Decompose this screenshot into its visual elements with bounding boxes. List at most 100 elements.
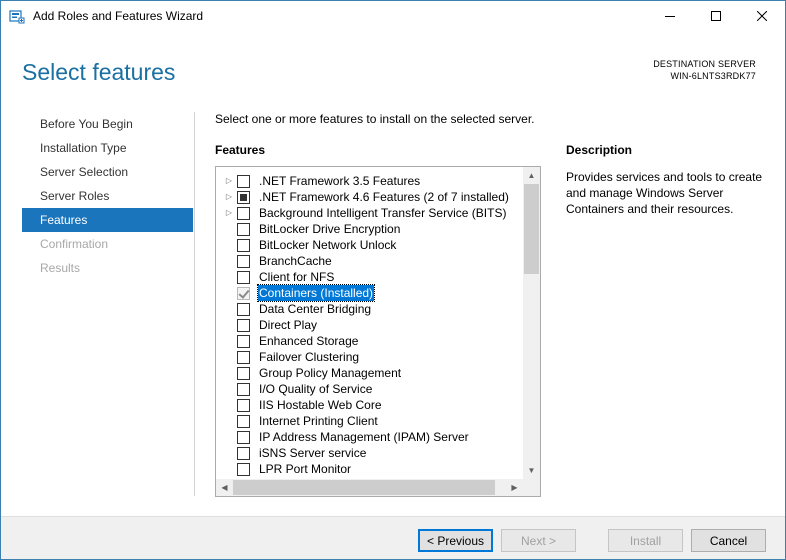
- scroll-left-icon[interactable]: ◀: [216, 479, 233, 496]
- feature-checkbox[interactable]: [237, 447, 250, 460]
- feature-item[interactable]: Data Center Bridging: [216, 301, 522, 317]
- minimize-button[interactable]: [647, 1, 693, 31]
- feature-label[interactable]: Direct Play: [258, 317, 318, 333]
- horizontal-scroll-thumb[interactable]: [233, 480, 495, 495]
- feature-checkbox[interactable]: [237, 415, 250, 428]
- feature-item[interactable]: BitLocker Drive Encryption: [216, 221, 522, 237]
- feature-label[interactable]: IP Address Management (IPAM) Server: [258, 429, 470, 445]
- feature-label[interactable]: Group Policy Management: [258, 365, 402, 381]
- feature-label[interactable]: iSNS Server service: [258, 445, 367, 461]
- feature-label[interactable]: Client for NFS: [258, 269, 335, 285]
- feature-checkbox[interactable]: [237, 335, 250, 348]
- wizard-header: Select features DESTINATION SERVER WIN-6…: [1, 31, 785, 101]
- feature-item[interactable]: iSNS Server service: [216, 445, 522, 461]
- feature-item[interactable]: Group Policy Management: [216, 365, 522, 381]
- vertical-scrollbar[interactable]: ▲ ▼: [523, 167, 540, 479]
- nav-divider: [194, 112, 195, 496]
- feature-item[interactable]: Failover Clustering: [216, 349, 522, 365]
- feature-checkbox[interactable]: [237, 463, 250, 476]
- feature-label[interactable]: Background Intelligent Transfer Service …: [258, 205, 507, 221]
- feature-item[interactable]: ▷ Background Intelligent Transfer Service…: [216, 205, 522, 221]
- feature-label[interactable]: .NET Framework 3.5 Features: [258, 173, 421, 189]
- feature-checkbox[interactable]: [237, 431, 250, 444]
- feature-label[interactable]: BranchCache: [258, 253, 333, 269]
- previous-button[interactable]: < Previous: [418, 529, 493, 552]
- expand-arrow-icon[interactable]: ▷: [224, 173, 234, 189]
- destination-server-name: WIN-6LNTS3RDK77: [670, 71, 756, 81]
- vertical-scroll-thumb[interactable]: [524, 184, 539, 274]
- feature-label[interactable]: LPR Port Monitor: [258, 461, 352, 477]
- close-button[interactable]: [739, 1, 785, 31]
- minimize-icon: [665, 16, 675, 17]
- expand-arrow-icon[interactable]: ▷: [224, 205, 234, 221]
- feature-item[interactable]: ▷ .NET Framework 4.6 Features (2 of 7 ins…: [216, 189, 522, 205]
- feature-checkbox[interactable]: [237, 191, 250, 204]
- feature-label[interactable]: .NET Framework 4.6 Features (2 of 7 inst…: [258, 189, 510, 205]
- install-button[interactable]: Install: [608, 529, 683, 552]
- wizard-footer: < Previous Next > Install Cancel: [1, 516, 785, 559]
- feature-item[interactable]: BitLocker Network Unlock: [216, 237, 522, 253]
- close-icon: [757, 11, 767, 21]
- feature-label[interactable]: Failover Clustering: [258, 349, 360, 365]
- feature-item[interactable]: LPR Port Monitor: [216, 461, 522, 477]
- feature-checkbox[interactable]: [237, 367, 250, 380]
- nav-item-results: Results: [40, 261, 81, 275]
- features-heading: Features: [215, 143, 266, 157]
- nav-item-server-selection[interactable]: Server Selection: [22, 160, 193, 184]
- maximize-button[interactable]: [693, 1, 739, 31]
- nav-item-installation-type[interactable]: Installation Type: [22, 136, 193, 160]
- feature-item[interactable]: Client for NFS: [216, 269, 522, 285]
- nav-item-features[interactable]: Features: [22, 208, 193, 232]
- feature-label[interactable]: Data Center Bridging: [258, 301, 372, 317]
- feature-item[interactable]: Internet Printing Client: [216, 413, 522, 429]
- scroll-right-icon[interactable]: ▶: [506, 479, 523, 496]
- feature-checkbox[interactable]: [237, 399, 250, 412]
- feature-item[interactable]: BranchCache: [216, 253, 522, 269]
- feature-label[interactable]: Internet Printing Client: [258, 413, 379, 429]
- scrollbar-corner: [523, 479, 540, 496]
- feature-item[interactable]: I/O Quality of Service: [216, 381, 522, 397]
- feature-checkbox[interactable]: [237, 271, 250, 284]
- nav-item-server-roles[interactable]: Server Roles: [22, 184, 193, 208]
- feature-label[interactable]: Enhanced Storage: [258, 333, 359, 349]
- wizard-nav: Before You Begin Installation Type Serve…: [22, 112, 193, 280]
- feature-item[interactable]: IP Address Management (IPAM) Server: [216, 429, 522, 445]
- feature-checkbox[interactable]: [237, 383, 250, 396]
- nav-item-before-you-begin[interactable]: Before You Begin: [22, 112, 193, 136]
- feature-checkbox[interactable]: [237, 223, 250, 236]
- feature-checkbox: [237, 287, 250, 300]
- cancel-button[interactable]: Cancel: [691, 529, 766, 552]
- feature-label[interactable]: Containers (Installed): [256, 284, 376, 302]
- destination-server-label: DESTINATION SERVER: [653, 59, 756, 69]
- feature-checkbox[interactable]: [237, 303, 250, 316]
- feature-item[interactable]: IIS Hostable Web Core: [216, 397, 522, 413]
- features-list: ▷ .NET Framework 3.5 Features ▷ .NET Framew…: [216, 173, 522, 477]
- feature-checkbox[interactable]: [237, 207, 250, 220]
- feature-item[interactable]: Enhanced Storage: [216, 333, 522, 349]
- feature-item[interactable]: Direct Play: [216, 317, 522, 333]
- feature-label[interactable]: BitLocker Network Unlock: [258, 237, 397, 253]
- description-text: Provides services and tools to create an…: [566, 170, 763, 216]
- feature-checkbox[interactable]: [237, 255, 250, 268]
- feature-item[interactable]: ▷ .NET Framework 3.5 Features: [216, 173, 522, 189]
- title-bar[interactable]: Add Roles and Features Wizard: [1, 1, 785, 31]
- server-manager-icon: [9, 8, 25, 24]
- page-title: Select features: [22, 59, 176, 85]
- horizontal-scrollbar[interactable]: ◀ ▶: [216, 479, 523, 496]
- instruction-text: Select one or more features to install o…: [215, 112, 535, 126]
- feature-checkbox[interactable]: [237, 175, 250, 188]
- feature-checkbox[interactable]: [237, 351, 250, 364]
- scroll-down-icon[interactable]: ▼: [523, 462, 540, 479]
- scroll-up-icon[interactable]: ▲: [523, 167, 540, 184]
- feature-checkbox[interactable]: [237, 319, 250, 332]
- features-tree[interactable]: ▷ .NET Framework 3.5 Features ▷ .NET Framew…: [215, 166, 541, 497]
- nav-item-confirmation: Confirmation: [40, 237, 109, 251]
- expand-arrow-icon[interactable]: ▷: [224, 189, 234, 205]
- maximize-icon: [711, 11, 721, 21]
- feature-label[interactable]: BitLocker Drive Encryption: [258, 221, 401, 237]
- feature-label[interactable]: IIS Hostable Web Core: [258, 397, 383, 413]
- feature-item[interactable]: Containers (Installed): [216, 284, 522, 302]
- feature-label[interactable]: I/O Quality of Service: [258, 381, 373, 397]
- next-button[interactable]: Next >: [501, 529, 576, 552]
- feature-checkbox[interactable]: [237, 239, 250, 252]
